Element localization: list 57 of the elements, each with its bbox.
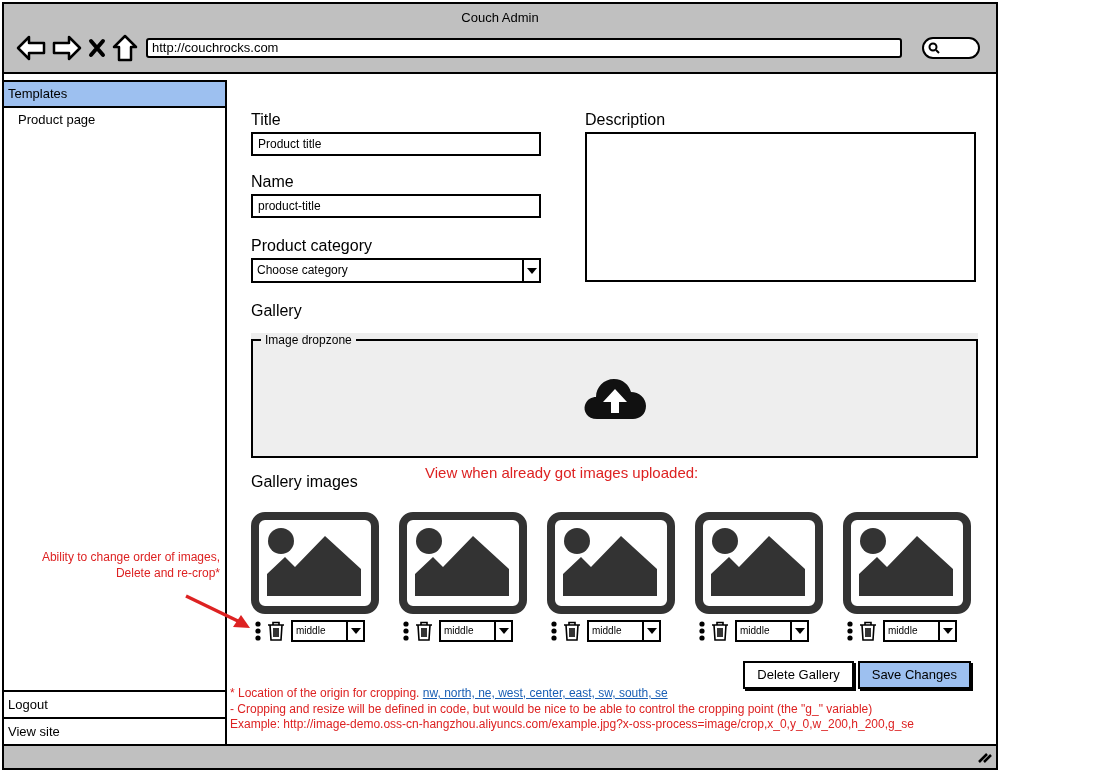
crop-dropdown[interactable]: middle	[883, 620, 957, 642]
field-label: Product category	[251, 236, 373, 256]
crop-dropdown[interactable]: middle	[735, 620, 809, 642]
crop-dropdown[interactable]: middle	[291, 620, 365, 642]
category-dropdown[interactable]: Choose category	[251, 258, 541, 283]
caret-icon	[794, 628, 805, 634]
footnote-text: Example: http://image-demo.oss-cn-hangzhou.aliyuncs.com/example.jpg?x-oss-process=image/crop,x_0,y_0,w_200,h_200,g_se	[230, 717, 915, 733]
search-field[interactable]	[922, 36, 980, 59]
input-field[interactable]: product-title	[251, 194, 541, 218]
input-field[interactable]: Product title	[251, 132, 541, 156]
window-title: Couch Admin	[461, 9, 539, 27]
image-placeholder-icon	[547, 512, 675, 614]
field-label: Name	[251, 172, 295, 192]
image-placeholder-icon	[695, 512, 823, 614]
delete-button[interactable]: Delete Gallery	[743, 661, 854, 689]
trash-icon[interactable]	[859, 621, 877, 641]
caret-icon	[526, 267, 537, 274]
annotation-note: Delete and re-crop*	[114, 565, 220, 581]
drag-handle-icon[interactable]	[403, 621, 409, 641]
image-placeholder-icon	[251, 512, 379, 614]
image-placeholder-icon	[399, 512, 527, 614]
field-label: Description	[585, 110, 667, 130]
crop-dropdown[interactable]: middle	[439, 620, 513, 642]
back-icon[interactable]	[16, 34, 46, 61]
image-placeholder-icon	[843, 512, 971, 614]
home-icon[interactable]	[112, 33, 138, 62]
field-label: Title	[251, 110, 282, 130]
caret-icon	[350, 628, 361, 634]
sidebar-item[interactable]: Logout	[4, 690, 225, 717]
sidebar-item[interactable]: Templates	[4, 82, 225, 108]
save-button[interactable]: Save Changes	[857, 661, 971, 689]
footnote-text: - Cropping and resize will be defined in code, but would be nice to be able to control the cropping point (the "g_" variable)	[230, 701, 874, 717]
section-heading: Gallery	[251, 301, 303, 321]
trash-icon[interactable]	[415, 621, 433, 641]
trash-icon[interactable]	[563, 621, 581, 641]
resize-grip-icon	[978, 751, 992, 763]
footnote-text: * Location of the origin for cropping. nw, north, ne, west, center, east, sw, south, se	[230, 686, 669, 702]
dropzone-label: Image dropzone	[264, 334, 353, 346]
trash-icon[interactable]	[267, 621, 285, 641]
drag-handle-icon[interactable]	[551, 621, 557, 641]
forward-icon[interactable]	[52, 34, 82, 61]
caret-icon	[498, 628, 509, 634]
trash-icon[interactable]	[711, 621, 729, 641]
section-heading: Gallery images	[251, 472, 359, 492]
search-icon	[928, 41, 940, 54]
origin-values-link[interactable]: nw, north, ne, west, center, east, sw, south, se	[422, 686, 668, 700]
drag-handle-icon[interactable]	[255, 621, 261, 641]
drag-handle-icon[interactable]	[847, 621, 853, 641]
url-field[interactable]: http://couchrocks.com	[146, 37, 902, 58]
annotation-note: Ability to change order of images,	[40, 549, 220, 565]
description-field[interactable]	[585, 132, 976, 282]
caret-icon	[646, 628, 657, 634]
crop-dropdown[interactable]: middle	[587, 620, 661, 642]
annotation-note: View when already got images uploaded:	[425, 463, 699, 483]
close-icon[interactable]	[88, 37, 106, 58]
drag-handle-icon[interactable]	[699, 621, 705, 641]
caret-icon	[942, 628, 953, 634]
